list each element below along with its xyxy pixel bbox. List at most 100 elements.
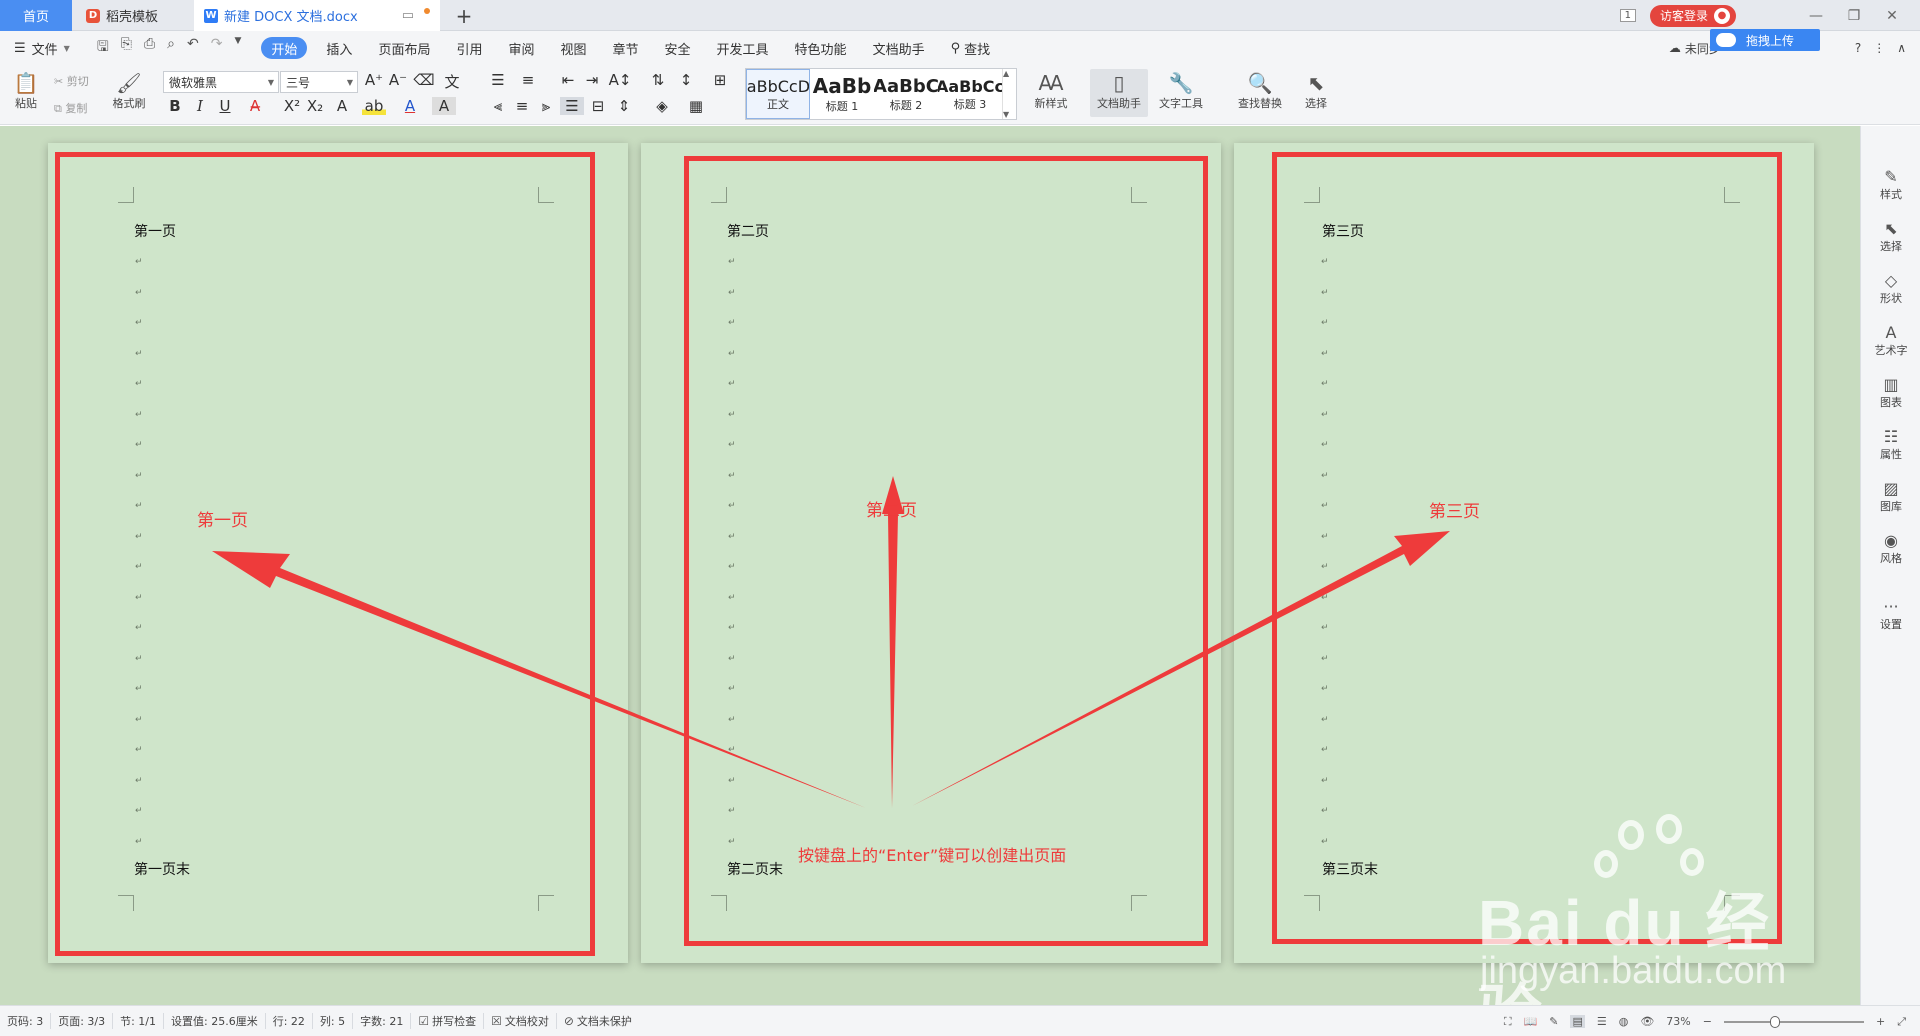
menu-insert[interactable]: 插入 [313,31,365,65]
menu-page-layout[interactable]: 页面布局 [365,31,443,65]
web-view-icon[interactable]: ◍ [1619,1015,1629,1028]
status-section[interactable]: 节: 1/1 [113,1013,165,1029]
text-direction-icon[interactable]: A↕ [608,71,632,89]
menu-references[interactable]: 引用 [443,31,495,65]
sidebar-item-gallery[interactable]: ▨ 图库 [1861,480,1920,514]
align-right-icon[interactable]: ⫸ [534,97,558,115]
highlight-icon[interactable]: ab [362,97,386,115]
status-setting[interactable]: 设置值: 25.6厘米 [164,1013,266,1029]
shrink-font-icon[interactable]: A⁻ [386,71,410,89]
menu-search[interactable]: ⚲ 查找 [938,31,1004,65]
menu-developer[interactable]: 开发工具 [704,31,782,65]
menu-review[interactable]: 审阅 [495,31,547,65]
text-tools-button[interactable]: 🔧 文字工具 [1152,71,1210,111]
status-page-num[interactable]: 页码: 3 [0,1013,52,1029]
redo-icon[interactable]: ↷ [211,36,223,60]
style-heading-1[interactable]: AaBb 标题 1 [810,69,874,119]
customize-icon[interactable]: ▼ [234,36,241,60]
menu-view[interactable]: 视图 [547,31,599,65]
sidebar-item-charts[interactable]: ▥ 图表 [1861,376,1920,410]
help-icon[interactable]: ? [1855,41,1861,55]
subscript-icon[interactable]: X₂ [303,97,327,115]
tab-template[interactable]: D 稻壳模板 [74,0,192,31]
char-shading-icon[interactable]: A [432,97,456,115]
underline-icon[interactable]: U [213,97,237,115]
borders-icon[interactable]: ▦ [684,97,708,115]
cut-button[interactable]: ✂ 剪切 [54,73,104,89]
new-style-button[interactable]: Ꜳ 新样式 [1026,71,1076,111]
window-count-badge[interactable]: 1 [1619,9,1636,22]
text-effect-icon[interactable]: A [330,97,354,115]
select-button[interactable]: ⬉ 选择 [1296,71,1336,111]
font-size-select[interactable]: 三号 ▼ [280,71,358,93]
close-icon[interactable]: ✕ [1880,8,1904,24]
spell-check-button[interactable]: ☑ 拼写检查 [411,1013,485,1029]
read-mode-icon[interactable]: 📖 [1524,1015,1538,1028]
document-canvas[interactable]: 第一页 ↵ ↵ ↵ ↵ ↵ ↵ ↵ ↵ ↵ ↵ ↵ ↵ ↵ ↵ ↵ ↵ ↵ ↵ ↵ ↵ 第一页末 第二页 ↵ ↵ ↵ ↵ ↵ ↵… [0,126,1860,1005]
bullet-list-icon[interactable]: ☰ [486,71,510,89]
tab-home[interactable]: 首页 [0,0,72,31]
zoom-level[interactable]: 73% [1666,1015,1690,1028]
decrease-indent-icon[interactable]: ⇤ [556,71,580,89]
zoom-slider[interactable] [1723,1015,1864,1028]
undo-icon[interactable]: ↶ [187,36,199,60]
save-icon[interactable]: 🖫 [97,36,109,60]
sidebar-item-theme[interactable]: ◉ 风格 [1861,532,1920,566]
menu-chapter[interactable]: 章节 [600,31,652,65]
print-preview-icon[interactable]: ⌕ [167,36,175,60]
login-button[interactable]: 访客登录 ● [1649,4,1736,27]
shading-icon[interactable]: ◈ [650,97,674,115]
sidebar-item-settings[interactable]: ··· 设置 [1861,598,1920,632]
italic-icon[interactable]: I [188,97,212,115]
protect-status[interactable]: ⊘ 文档未保护 [557,1013,639,1029]
sort-icon[interactable]: ⇅ [646,71,670,89]
justify-icon[interactable]: ☰ [560,97,584,115]
page-view-icon[interactable]: ▤ [1570,1015,1585,1028]
menu-security[interactable]: 安全 [652,31,704,65]
sidebar-item-shapes[interactable]: ◇ 形状 [1861,272,1920,306]
zoom-in-icon[interactable]: + [1876,1015,1885,1028]
increase-indent-icon[interactable]: ⇥ [580,71,604,89]
style-scroll[interactable]: ▲ ▼ [1002,69,1014,119]
strikethrough-icon[interactable]: A̶ [243,97,267,115]
fullscreen-icon[interactable]: ⛶ [1504,1015,1512,1029]
outline-view-icon[interactable]: ☰ [1597,1015,1607,1028]
menu-start[interactable]: 开始 [261,37,308,59]
paragraph-spacing-icon[interactable]: ⇕ [612,97,636,115]
status-row[interactable]: 行: 22 [266,1013,313,1029]
upload-button[interactable]: 拖拽上传 [1710,29,1820,51]
copy-button[interactable]: ⧉ 复制 [54,100,104,116]
align-left-icon[interactable]: ⫷ [486,97,510,115]
sidebar-item-properties[interactable]: ☷ 属性 [1861,428,1920,462]
more-icon[interactable]: ⋮ [1873,41,1885,55]
style-normal[interactable]: AaBbCcDd 正文 [746,69,810,119]
zoom-slider-knob[interactable] [1769,1015,1780,1028]
sidebar-item-select[interactable]: ⬉ 选择 [1861,220,1920,254]
zoom-out-icon[interactable]: − [1703,1015,1712,1028]
tab-document[interactable]: W 新建 DOCX 文档.docx ▭ [194,0,440,31]
align-center-icon[interactable]: ≡ [510,97,534,115]
paste-button[interactable]: 📋 粘贴 [8,71,44,111]
status-words[interactable]: 字数: 21 [353,1013,412,1029]
menu-doc-assistant[interactable]: 文档助手 [860,31,938,65]
font-color-icon[interactable]: A [398,97,422,115]
tab-pin-icon[interactable]: ▭ [402,8,414,23]
grow-font-icon[interactable]: A⁺ [362,71,386,89]
status-col[interactable]: 列: 5 [313,1013,354,1029]
sidebar-item-styles[interactable]: ✎ 样式 [1861,168,1920,202]
proofread-button[interactable]: ☒ 文档校对 [484,1013,557,1029]
bold-icon[interactable]: B [163,97,187,115]
sidebar-item-wordart[interactable]: A 艺术字 [1861,324,1920,358]
font-name-select[interactable]: 微软雅黑 ▼ [163,71,279,93]
minimize-icon[interactable]: — [1804,8,1828,24]
export-pdf-icon[interactable]: ⎘ [121,36,132,60]
collapse-ribbon-icon[interactable]: ∧ [1897,41,1906,55]
superscript-icon[interactable]: X² [280,97,304,115]
write-mode-icon[interactable]: ✎ [1549,1015,1558,1028]
eye-protect-icon[interactable]: 👁 [1640,1015,1654,1028]
format-painter-button[interactable]: 🖌 格式刷 [108,71,150,111]
find-replace-button[interactable]: 🔍 查找替换 [1230,71,1290,111]
line-spacing-icon[interactable]: ↕ [674,71,698,89]
clear-format-icon[interactable]: ⌫ [412,71,436,89]
fit-window-icon[interactable]: ⤢ [1897,1015,1906,1029]
